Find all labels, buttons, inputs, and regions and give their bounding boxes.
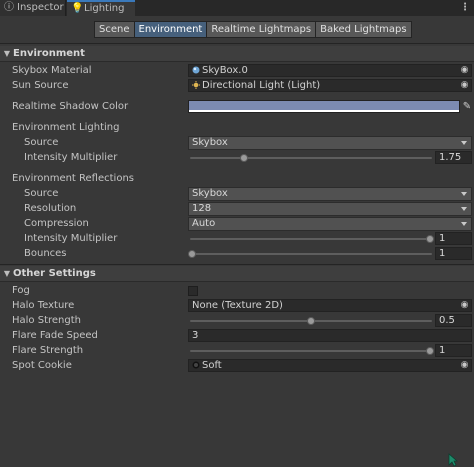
chevron-down-icon xyxy=(461,141,467,145)
environment-lighting-group: Environment Lighting xyxy=(12,122,120,133)
fold-down-icon: ▼ xyxy=(3,49,11,58)
object-picker-icon[interactable]: ◉ xyxy=(459,360,470,371)
skybox-material-value: SkyBox.0 xyxy=(202,65,248,76)
divider xyxy=(0,264,474,265)
reflection-intensity-input[interactable]: 1 xyxy=(435,232,472,245)
sun-source-label: Sun Source xyxy=(12,80,69,91)
lighting-intensity-input[interactable]: 1.75 xyxy=(435,151,472,164)
tab-lighting[interactable]: 💡Lighting xyxy=(67,0,135,16)
reflection-source-value: Skybox xyxy=(192,188,228,199)
flare-fade-speed-input[interactable]: 3 xyxy=(188,329,472,342)
flare-strength-slider[interactable] xyxy=(188,344,434,358)
section-environment-title: Environment xyxy=(13,48,85,59)
reflection-intensity-label: Intensity Multiplier xyxy=(24,233,118,244)
toolbar-environment-button[interactable]: Environment xyxy=(133,21,208,38)
sun-source-field[interactable]: Directional Light (Light) ◉ xyxy=(188,79,472,92)
fog-label: Fog xyxy=(12,285,30,296)
slider-track xyxy=(190,157,432,159)
reflection-intensity-slider[interactable] xyxy=(188,232,434,246)
spot-cookie-label: Spot Cookie xyxy=(12,360,72,371)
skybox-material-field[interactable]: SkyBox.0 ◉ xyxy=(188,64,472,77)
bounces-label: Bounces xyxy=(24,248,67,259)
section-other-settings-title: Other Settings xyxy=(13,268,96,279)
toolbar-baked-lightmaps-button[interactable]: Baked Lightmaps xyxy=(315,21,412,38)
info-icon: ⓘ xyxy=(4,2,14,13)
slider-handle[interactable] xyxy=(426,347,434,355)
halo-strength-input[interactable]: 0.5 xyxy=(435,314,472,327)
resolution-dropdown[interactable]: 128 xyxy=(188,202,472,216)
flare-strength-input[interactable]: 1 xyxy=(435,344,472,357)
slider-handle[interactable] xyxy=(188,250,196,258)
color-swatch xyxy=(189,101,459,110)
eyedropper-icon[interactable]: ✎ xyxy=(462,100,472,113)
slider-handle[interactable] xyxy=(426,235,434,243)
flare-fade-speed-label: Flare Fade Speed xyxy=(12,330,98,341)
toolbar-realtime-lightmaps-button[interactable]: Realtime Lightmaps xyxy=(206,21,317,38)
chevron-down-icon xyxy=(461,222,467,226)
slider-handle[interactable] xyxy=(307,317,315,325)
spot-cookie-field[interactable]: Soft ◉ xyxy=(188,359,472,372)
tab-lighting-label: Lighting xyxy=(84,3,125,14)
chevron-down-icon xyxy=(461,192,467,196)
realtime-shadow-color-field[interactable] xyxy=(188,100,460,113)
section-environment-header[interactable]: ▼ Environment xyxy=(0,46,474,62)
halo-texture-value: None (Texture 2D) xyxy=(192,300,283,311)
window-tab-bar: ⓘ Inspector 💡Lighting ⋮ xyxy=(0,0,474,16)
halo-texture-label: Halo Texture xyxy=(12,300,75,311)
halo-texture-field[interactable]: None (Texture 2D) ◉ xyxy=(188,299,472,312)
spot-cookie-value: Soft xyxy=(202,360,222,371)
reflection-source-label: Source xyxy=(24,188,59,199)
compression-dropdown[interactable]: Auto xyxy=(188,217,472,231)
lighting-intensity-label: Intensity Multiplier xyxy=(24,152,118,163)
slider-track xyxy=(190,253,432,255)
flare-strength-label: Flare Strength xyxy=(12,345,84,356)
skybox-material-label: Skybox Material xyxy=(12,65,92,76)
alpha-bar xyxy=(189,110,459,112)
tab-inspector-label: Inspector xyxy=(17,2,64,13)
realtime-shadow-color-label: Realtime Shadow Color xyxy=(12,101,129,112)
compression-label: Compression xyxy=(24,218,89,229)
light-icon xyxy=(192,81,200,89)
section-other-settings-header[interactable]: ▼ Other Settings xyxy=(0,266,474,282)
lightbulb-icon: 💡 xyxy=(71,3,84,14)
reflection-source-dropdown[interactable]: Skybox xyxy=(188,187,472,201)
toolbar-scene-button[interactable]: Scene xyxy=(94,21,135,38)
object-picker-icon[interactable]: ◉ xyxy=(459,65,470,76)
object-picker-icon[interactable]: ◉ xyxy=(459,80,470,91)
object-picker-icon[interactable]: ◉ xyxy=(459,300,470,311)
texture-icon xyxy=(192,361,200,369)
halo-strength-slider[interactable] xyxy=(188,314,434,328)
material-icon xyxy=(192,66,200,74)
fold-down-icon: ▼ xyxy=(3,269,11,278)
lighting-intensity-slider[interactable] xyxy=(188,151,434,165)
fog-checkbox[interactable] xyxy=(188,286,198,296)
slider-track xyxy=(190,238,432,240)
bounces-slider[interactable] xyxy=(188,247,434,261)
lighting-source-label: Source xyxy=(24,137,59,148)
compression-value: Auto xyxy=(192,218,216,229)
tab-inspector[interactable]: ⓘ Inspector xyxy=(0,0,66,16)
lighting-source-value: Skybox xyxy=(192,137,228,148)
sun-source-value: Directional Light (Light) xyxy=(202,80,321,91)
divider xyxy=(0,43,474,44)
resolution-value: 128 xyxy=(192,203,212,214)
bounces-input[interactable]: 1 xyxy=(435,247,472,260)
more-options-icon[interactable]: ⋮ xyxy=(460,1,470,15)
lighting-source-dropdown[interactable]: Skybox xyxy=(188,136,472,150)
lighting-mode-toolbar: Scene Environment Realtime Lightmaps Bak… xyxy=(94,21,412,38)
environment-reflections-group: Environment Reflections xyxy=(12,173,134,184)
slider-handle[interactable] xyxy=(240,154,249,162)
chevron-down-icon xyxy=(461,207,467,211)
slider-track xyxy=(190,350,432,352)
halo-strength-label: Halo Strength xyxy=(12,315,81,326)
resolution-label: Resolution xyxy=(24,203,77,214)
